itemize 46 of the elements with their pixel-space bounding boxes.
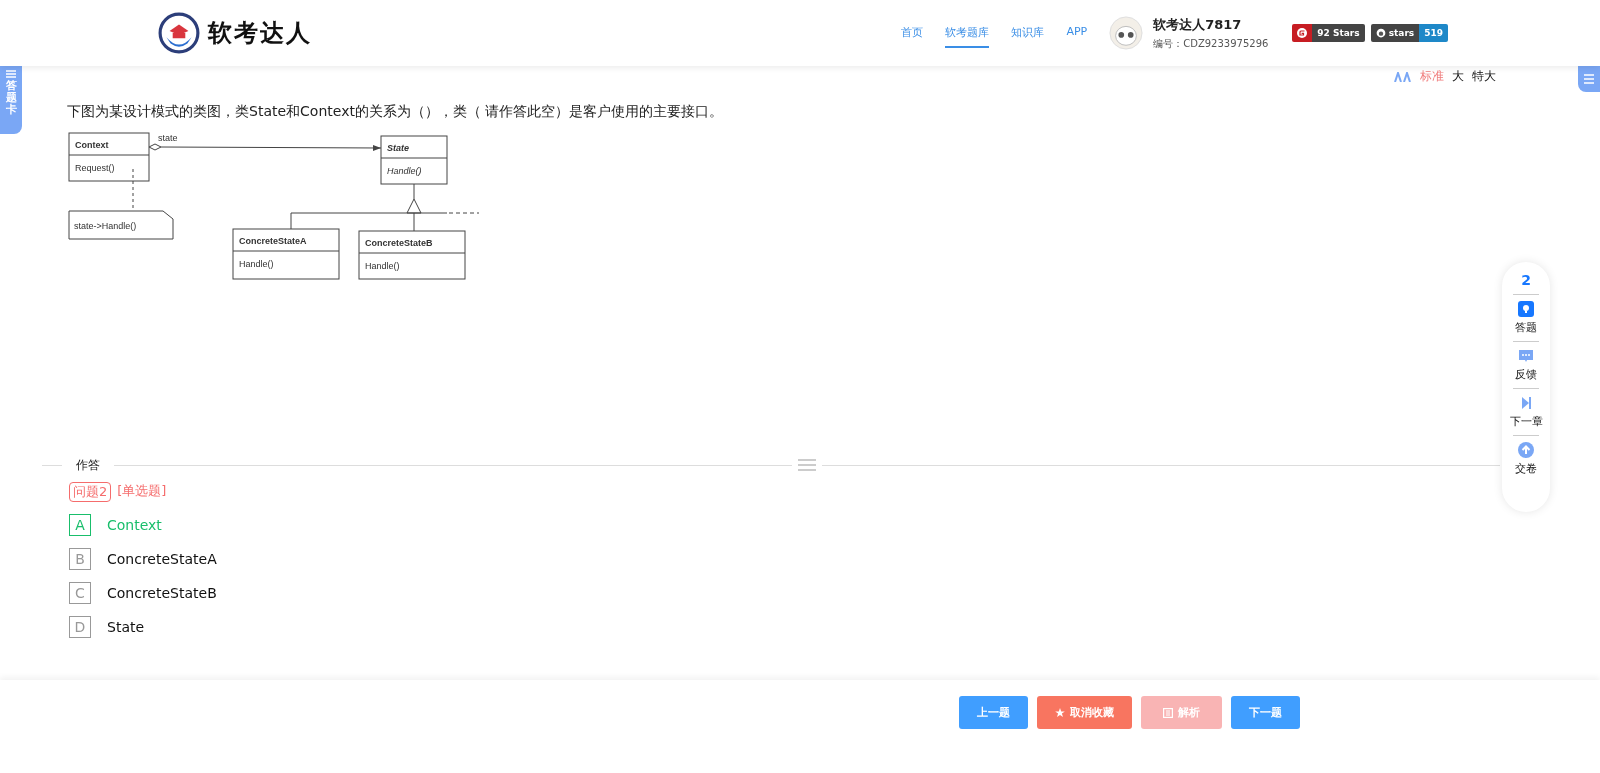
- font-size-option[interactable]: 标准: [1420, 68, 1444, 85]
- option-letter[interactable]: D: [69, 616, 91, 638]
- font-size-option[interactable]: 特大: [1472, 68, 1496, 85]
- font-size-option[interactable]: 大: [1452, 68, 1464, 85]
- nav-link[interactable]: 首页: [901, 18, 924, 48]
- class-diagram-drawing: Context Request() State Handle() ConcreteStateA Handle() ConcreteStateB Handle() state state->Handle(): [67, 131, 487, 286]
- side-action[interactable]: 反馈: [1515, 348, 1537, 382]
- action-button[interactable]: 下一题: [1231, 696, 1300, 729]
- side-action[interactable]: 交卷: [1515, 442, 1537, 476]
- question-text: 下图为某设计模式的类图，类State和Context的关系为（），类（ 请作答此空）是客户使用的主要接口。: [67, 102, 724, 121]
- question-number-tag: 问题2: [69, 482, 112, 502]
- star-icon: [1055, 707, 1065, 718]
- user-name: 软考达人7817: [1153, 15, 1243, 34]
- chat-bubble-icon: [1518, 348, 1534, 364]
- logo-text: 软考达人: [208, 18, 312, 49]
- option-letter[interactable]: C: [69, 582, 91, 604]
- upload-arrow-icon: [1518, 442, 1534, 458]
- menu-icon: [6, 70, 16, 78]
- side-action[interactable]: 下一章: [1509, 395, 1543, 429]
- section-label: 作答: [75, 456, 101, 474]
- avatar-icon[interactable]: [1109, 16, 1144, 50]
- logo-icon: [158, 12, 200, 54]
- option-text[interactable]: ConcreteStateA: [107, 551, 217, 567]
- side-action[interactable]: 答题: [1515, 301, 1537, 335]
- answer-card-tab[interactable]: 答题卡: [0, 66, 22, 134]
- nav-link[interactable]: APP: [1066, 18, 1088, 48]
- menu-tab[interactable]: [1578, 66, 1600, 92]
- option-letter[interactable]: B: [69, 548, 91, 570]
- nav-link[interactable]: 知识库: [1011, 18, 1045, 48]
- option-text[interactable]: ConcreteStateB: [107, 585, 217, 601]
- lightbulb-icon: [1518, 301, 1534, 317]
- menu-icon: [1583, 74, 1595, 84]
- user-id: 编号：CDZ9233975296: [1153, 36, 1269, 51]
- github-logo-icon: [1375, 28, 1386, 38]
- question-type: [单选题]: [117, 482, 167, 500]
- option-text[interactable]: Context: [107, 517, 162, 533]
- drag-handle-icon[interactable]: [798, 459, 816, 471]
- nav-link[interactable]: 软考题库: [945, 18, 990, 48]
- option-letter[interactable]: A: [69, 514, 91, 536]
- option-text[interactable]: State: [107, 619, 145, 635]
- action-button[interactable]: 取消收藏: [1037, 696, 1132, 729]
- action-button[interactable]: 上一题: [959, 696, 1028, 729]
- question-count: 2: [1521, 272, 1531, 288]
- gitee-logo-icon: [1297, 28, 1308, 38]
- font-size-icon: [1394, 71, 1412, 82]
- document-icon: [1163, 707, 1173, 718]
